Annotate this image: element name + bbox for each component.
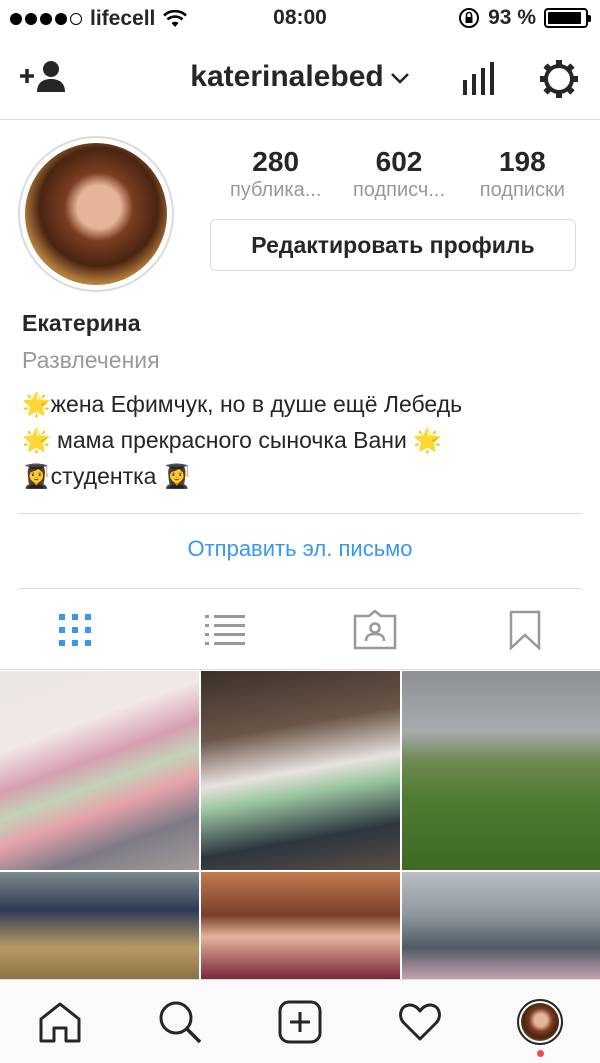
battery-icon [544, 8, 591, 28]
tab-grid[interactable] [0, 590, 150, 669]
nav-new-post[interactable] [240, 980, 360, 1063]
edit-profile-button[interactable]: Редактировать профиль [210, 219, 576, 271]
bio-line: 👩‍🎓студентка 👩‍🎓 [22, 463, 192, 489]
home-icon [39, 1002, 81, 1042]
photo-grid [0, 671, 600, 980]
stat-value: 602 [375, 146, 423, 177]
avatar-photo [25, 143, 167, 285]
status-bar: lifecell 08:00 93 % [0, 0, 600, 38]
post-thumbnail[interactable] [402, 671, 600, 870]
profile-avatar-small [517, 998, 563, 1045]
tab-tagged[interactable] [300, 590, 450, 669]
display-name: Екатерина [22, 310, 141, 336]
username-switcher[interactable]: katerinalebed [0, 60, 600, 94]
tagged-icon [353, 609, 397, 649]
add-icon [278, 1000, 322, 1043]
post-thumbnail[interactable] [201, 671, 400, 870]
tab-saved[interactable] [450, 590, 600, 669]
divider [18, 513, 582, 514]
grid-icon [59, 613, 91, 646]
battery-group: 93 % [458, 6, 591, 30]
orientation-lock-icon [459, 8, 480, 28]
battery-percent: 93 % [488, 6, 536, 29]
gear-icon[interactable] [538, 58, 580, 100]
profile-avatar[interactable] [18, 136, 174, 292]
post-thumbnail[interactable] [201, 872, 400, 980]
nav-profile[interactable] [480, 980, 600, 1063]
stat-label: подписч... [352, 179, 446, 201]
send-email-button[interactable]: Отправить эл. письмо [0, 536, 600, 562]
divider [18, 588, 582, 589]
post-thumbnail[interactable] [0, 872, 199, 980]
profile-tabs [0, 590, 600, 670]
notification-dot [537, 1050, 544, 1057]
profile-category: Развлечения [22, 347, 160, 373]
chevron-down-icon [390, 73, 409, 84]
profile-header-bar: katerinalebed [0, 38, 600, 120]
stat-posts[interactable]: 280 публика... [214, 146, 337, 202]
stat-followers[interactable]: 602 подписч... [337, 146, 460, 202]
stat-label: подписки [479, 179, 565, 201]
bio-line: 🌟 мама прекрасного сыночка Вани 🌟 [22, 427, 442, 453]
saved-icon [509, 610, 541, 650]
heart-icon [399, 1002, 441, 1040]
profile-bio: Екатерина Развлечения 🌟жена Ефимчук, но … [22, 310, 582, 494]
nav-home[interactable] [0, 980, 120, 1063]
stat-label: публика... [229, 179, 322, 201]
list-icon [205, 614, 245, 645]
post-thumbnail[interactable] [402, 872, 600, 980]
username: katerinalebed [190, 60, 384, 93]
bio-line: 🌟жена Ефимчук, но в душе ещё Лебедь [22, 391, 463, 417]
stat-following[interactable]: 198 подписки [461, 146, 584, 202]
stat-value: 198 [498, 146, 546, 177]
post-thumbnail[interactable] [0, 671, 199, 870]
insights-icon[interactable] [460, 62, 496, 96]
tab-list[interactable] [150, 590, 300, 669]
stat-value: 280 [252, 146, 300, 177]
bottom-nav [0, 979, 600, 1063]
profile-stats: 280 публика... 602 подписч... 198 подпис… [214, 146, 584, 202]
nav-activity[interactable] [360, 980, 480, 1063]
search-icon [159, 1001, 202, 1043]
nav-search[interactable] [120, 980, 240, 1063]
